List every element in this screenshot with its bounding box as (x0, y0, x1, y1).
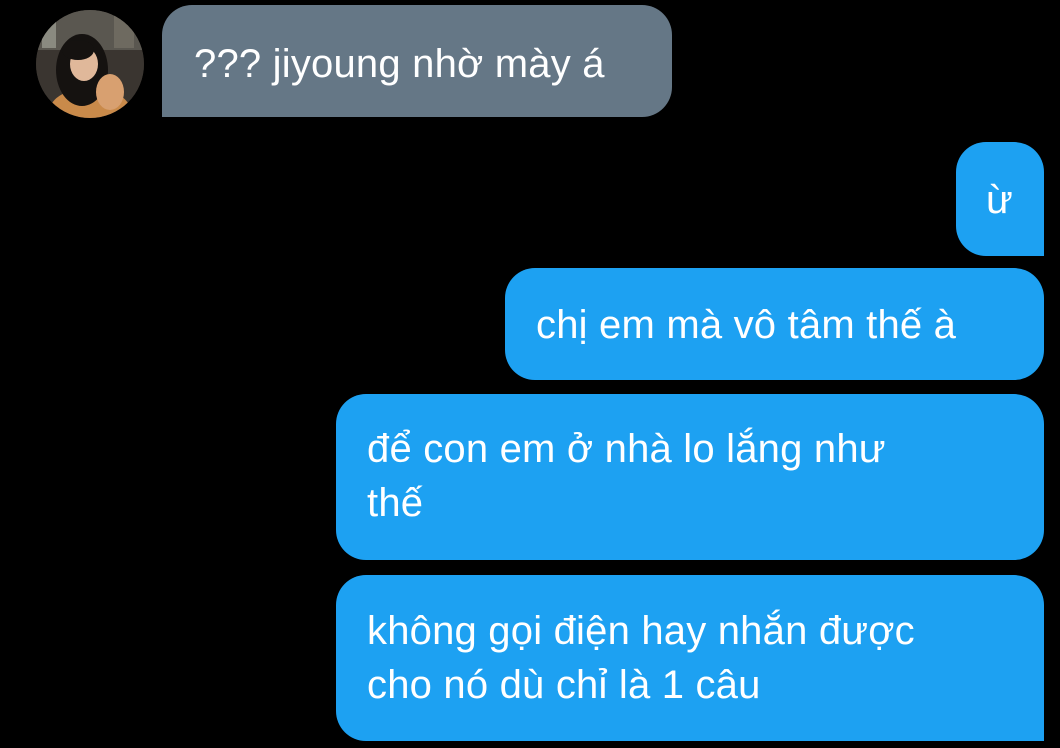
message-text: chị em mà vô tâm thế à (536, 303, 957, 347)
avatar-photo-icon (36, 10, 144, 118)
message-text-line: thế (367, 481, 424, 525)
avatar[interactable] (36, 10, 144, 118)
sent-message-bubble[interactable]: chị em mà vô tâm thế à (505, 268, 1044, 380)
message-text: ??? jiyoung nhờ mày á (194, 42, 605, 86)
sent-message-bubble[interactable]: không gọi điện hay nhắn được cho nó dù c… (336, 575, 1044, 741)
message-text-line: để con em ở nhà lo lắng như (367, 427, 886, 471)
message-text: ừ (986, 178, 1013, 222)
message-text-line: không gọi điện hay nhắn được (367, 609, 915, 653)
sent-message-bubble[interactable]: để con em ở nhà lo lắng như thế (336, 394, 1044, 560)
received-message-bubble[interactable]: ??? jiyoung nhờ mày á (162, 5, 672, 117)
message-text-line: cho nó dù chỉ là 1 câu (367, 663, 761, 707)
sent-message-bubble[interactable]: ừ (956, 142, 1044, 256)
